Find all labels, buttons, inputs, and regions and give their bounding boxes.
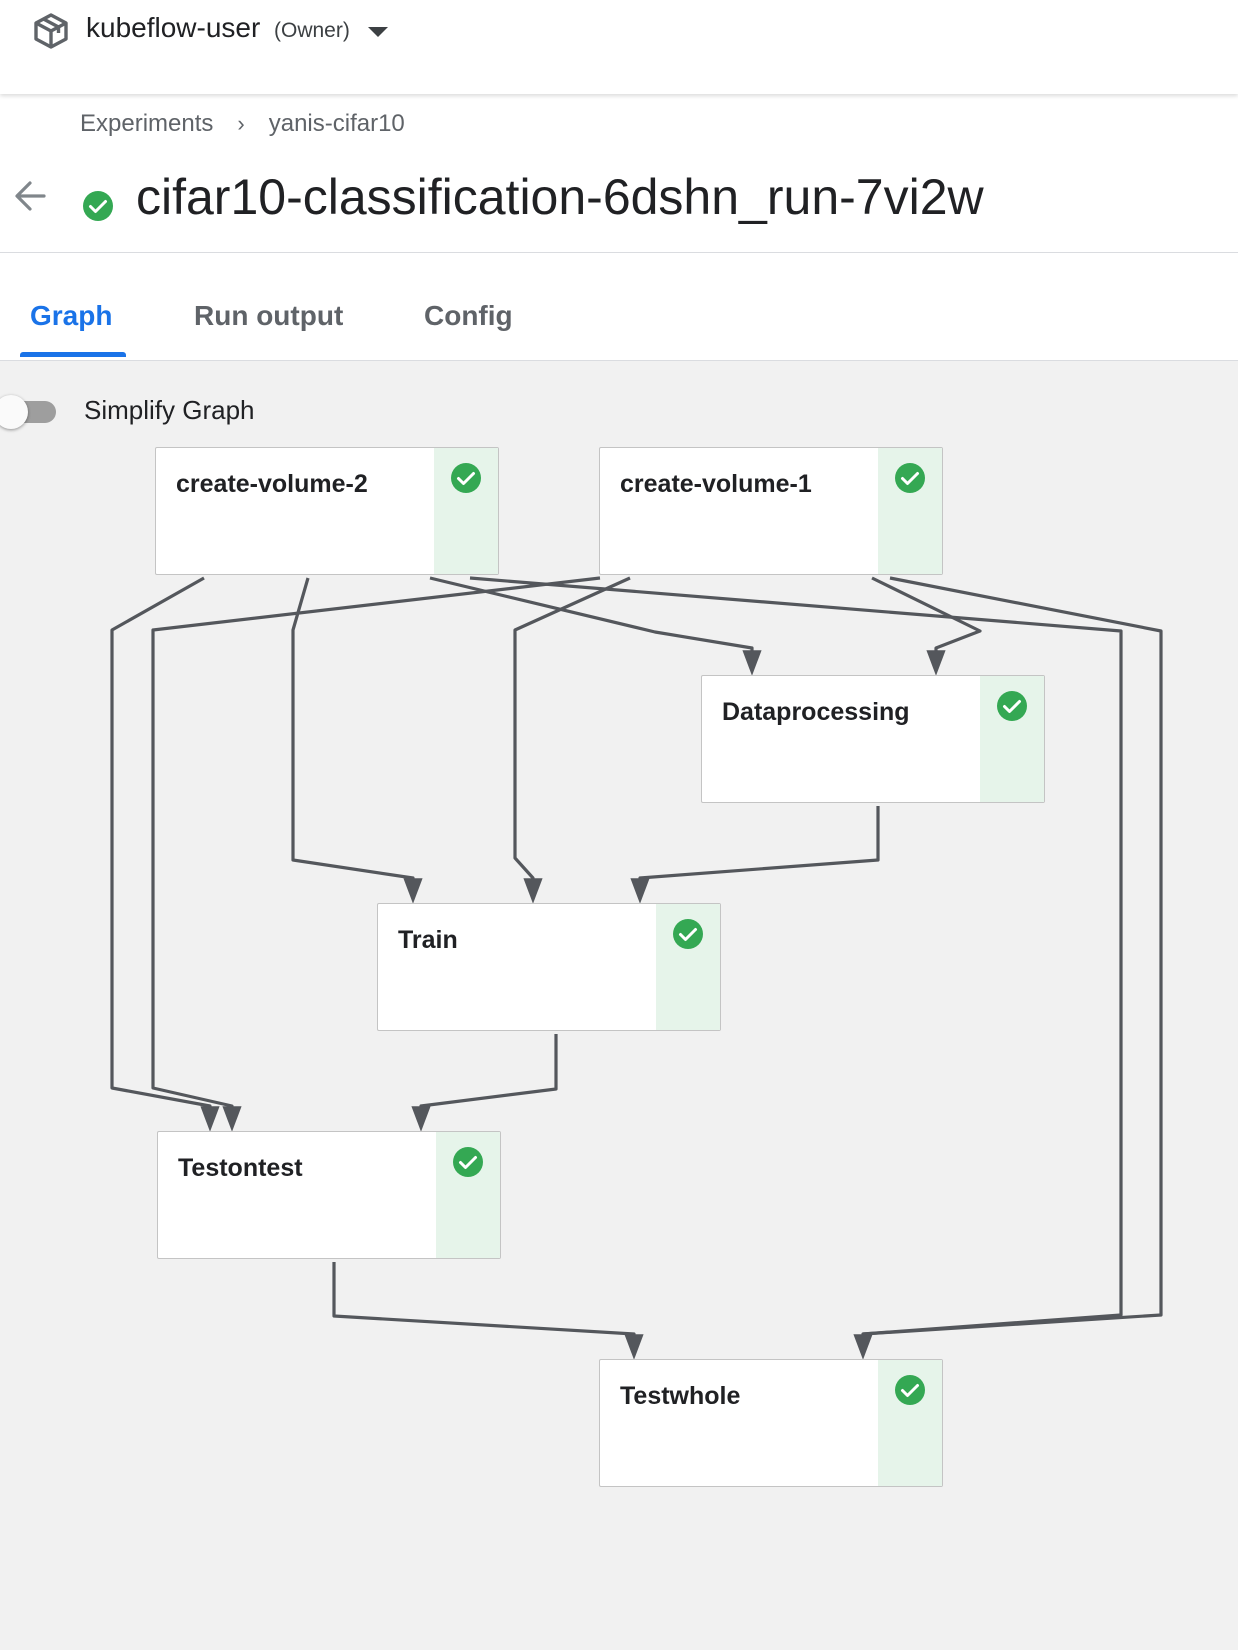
graph-node[interactable]: Train	[377, 903, 721, 1031]
check-circle-icon	[673, 919, 703, 949]
node-label: Dataprocessing	[722, 698, 910, 726]
check-circle-icon	[453, 1147, 483, 1177]
breadcrumb-experiments-link[interactable]: Experiments	[80, 110, 213, 138]
tab-bar: Graph Run output Config	[0, 300, 1238, 360]
breadcrumb-separator: ›	[237, 111, 245, 136]
header-divider	[0, 252, 1238, 253]
graph-node[interactable]: Dataprocessing	[701, 675, 1045, 803]
check-circle-icon	[895, 463, 925, 493]
node-status-strip	[878, 448, 942, 574]
tab-graph[interactable]: Graph	[30, 300, 112, 332]
check-circle-icon	[895, 1375, 925, 1405]
node-label: create-volume-2	[176, 470, 368, 498]
toggle-thumb	[0, 395, 28, 429]
graph-node[interactable]: create-volume-1	[599, 447, 943, 575]
arrow-back-icon[interactable]	[12, 178, 48, 214]
graph-node[interactable]: create-volume-2	[155, 447, 499, 575]
node-status-strip	[434, 448, 498, 574]
breadcrumb-experiment-link[interactable]: yanis-cifar10	[269, 110, 405, 138]
simplify-graph-label: Simplify Graph	[84, 395, 255, 425]
node-status-strip	[656, 904, 720, 1030]
tab-run-output[interactable]: Run output	[194, 300, 343, 332]
check-circle-icon	[83, 191, 113, 221]
top-bar: kubeflow-user (Owner)	[0, 0, 1238, 94]
namespace-name[interactable]: kubeflow-user	[86, 12, 260, 44]
node-label: Train	[398, 926, 458, 954]
tab-config[interactable]: Config	[424, 300, 513, 332]
breadcrumb: Experiments › yanis-cifar10	[80, 110, 405, 138]
graph-node[interactable]: Testontest	[157, 1131, 501, 1259]
node-label: Testontest	[178, 1154, 303, 1182]
node-status-strip	[980, 676, 1044, 802]
node-status-strip	[878, 1360, 942, 1486]
caret-down-icon[interactable]	[366, 25, 390, 39]
page-title: cifar10-classification-6dshn_run-7vi2w	[136, 169, 984, 225]
check-circle-icon	[451, 463, 481, 493]
node-label: create-volume-1	[620, 470, 812, 498]
graph-node[interactable]: Testwhole	[599, 1359, 943, 1487]
simplify-graph-toggle[interactable]	[0, 395, 58, 429]
node-status-strip	[436, 1132, 500, 1258]
package-icon	[34, 13, 68, 49]
active-tab-indicator	[20, 352, 126, 357]
node-label: Testwhole	[620, 1382, 741, 1410]
check-circle-icon	[997, 691, 1027, 721]
namespace-role: (Owner)	[274, 19, 350, 42]
